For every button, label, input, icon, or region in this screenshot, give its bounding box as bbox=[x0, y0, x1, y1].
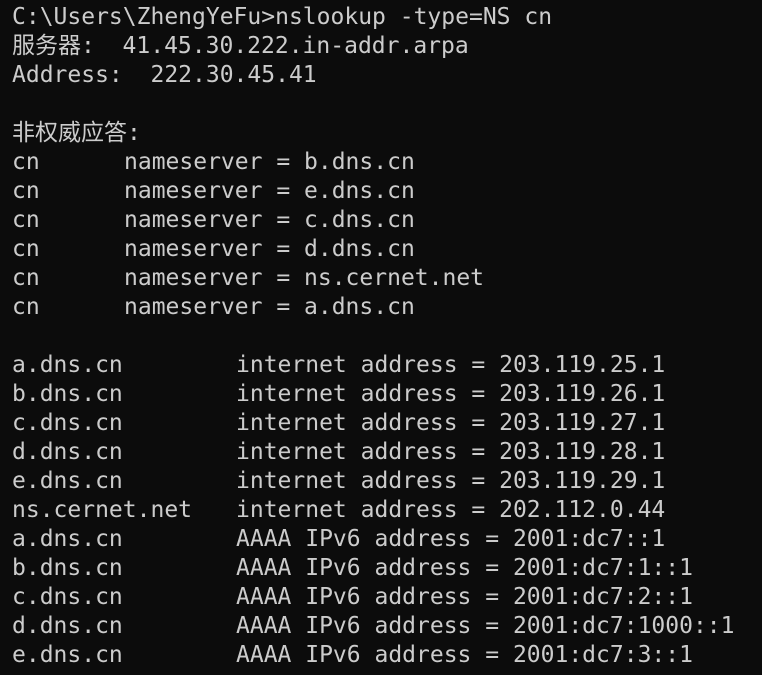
ns-domain: cn bbox=[12, 265, 40, 291]
addr-record: c.dns.cn internet address = 203.119.27.1 bbox=[12, 409, 762, 438]
addr-value: AAAA IPv6 address = 2001:dc7:1::1 bbox=[236, 555, 693, 581]
addr-host: e.dns.cn bbox=[12, 642, 123, 668]
addr-record: b.dns.cn AAAA IPv6 address = 2001:dc7:1::… bbox=[12, 554, 762, 583]
addr-value: AAAA IPv6 address = 2001:dc7:3::1 bbox=[236, 642, 693, 668]
addr-host: c.dns.cn bbox=[12, 410, 123, 436]
ns-value: nameserver = e.dns.cn bbox=[124, 178, 415, 204]
address-records: a.dns.cn internet address = 203.119.25.1 … bbox=[12, 351, 762, 670]
addr-value: internet address = 202.112.0.44 bbox=[236, 497, 666, 523]
ns-domain: cn bbox=[12, 207, 40, 233]
addr-record: d.dns.cn AAAA IPv6 address = 2001:dc7:100… bbox=[12, 612, 762, 641]
ns-value: nameserver = ns.cernet.net bbox=[124, 265, 485, 291]
addr-host: ns.cernet.net bbox=[12, 497, 193, 523]
addr-record: a.dns.cn AAAA IPv6 address = 2001:dc7::1 bbox=[12, 525, 762, 554]
addr-host: a.dns.cn bbox=[12, 352, 123, 378]
ns-record: cn nameserver = a.dns.cn bbox=[12, 293, 762, 322]
ns-value: nameserver = a.dns.cn bbox=[124, 294, 415, 320]
addr-host: b.dns.cn bbox=[12, 381, 123, 407]
ns-domain: cn bbox=[12, 294, 40, 320]
addr-record: ns.cernet.net internet address = 202.112.… bbox=[12, 496, 762, 525]
ns-value: nameserver = b.dns.cn bbox=[124, 149, 415, 175]
addr-host: e.dns.cn bbox=[12, 468, 123, 494]
ns-domain: cn bbox=[12, 178, 40, 204]
ns-records: cn nameserver = b.dns.cn cn nameserver = e… bbox=[12, 148, 762, 322]
ns-record: cn nameserver = e.dns.cn bbox=[12, 177, 762, 206]
addr-host: b.dns.cn bbox=[12, 555, 123, 581]
addr-host: c.dns.cn bbox=[12, 584, 123, 610]
addr-value: AAAA IPv6 address = 2001:dc7:1000::1 bbox=[236, 613, 735, 639]
command-text: nslookup -type=NS cn bbox=[275, 4, 553, 30]
ns-value: nameserver = d.dns.cn bbox=[124, 236, 415, 262]
addr-record: e.dns.cn AAAA IPv6 address = 2001:dc7:3::… bbox=[12, 641, 762, 670]
addr-value: internet address = 203.119.26.1 bbox=[236, 381, 666, 407]
address-line: Address: 222.30.45.41 bbox=[12, 62, 317, 88]
addr-host: d.dns.cn bbox=[12, 439, 123, 465]
addr-value: internet address = 203.119.25.1 bbox=[236, 352, 666, 378]
command-line: C:\Users\ZhengYeFu>nslookup -type=NS cn bbox=[12, 3, 762, 32]
addr-value: internet address = 203.119.28.1 bbox=[236, 439, 666, 465]
addr-record: d.dns.cn internet address = 203.119.28.1 bbox=[12, 438, 762, 467]
ns-record: cn nameserver = b.dns.cn bbox=[12, 148, 762, 177]
addr-value: AAAA IPv6 address = 2001:dc7::1 bbox=[236, 526, 666, 552]
prompt: C:\Users\ZhengYeFu> bbox=[12, 4, 276, 30]
terminal-window[interactable]: C:\Users\ZhengYeFu>nslookup -type=NS cn … bbox=[0, 0, 762, 675]
addr-host: a.dns.cn bbox=[12, 526, 123, 552]
ns-domain: cn bbox=[12, 149, 40, 175]
addr-record: e.dns.cn internet address = 203.119.29.1 bbox=[12, 467, 762, 496]
ns-record: cn nameserver = ns.cernet.net bbox=[12, 264, 762, 293]
addr-host: d.dns.cn bbox=[12, 613, 123, 639]
ns-record: cn nameserver = c.dns.cn bbox=[12, 206, 762, 235]
ns-record: cn nameserver = d.dns.cn bbox=[12, 235, 762, 264]
addr-record: c.dns.cn AAAA IPv6 address = 2001:dc7:2::… bbox=[12, 583, 762, 612]
ns-domain: cn bbox=[12, 236, 40, 262]
addr-value: internet address = 203.119.27.1 bbox=[236, 410, 666, 436]
addr-value: AAAA IPv6 address = 2001:dc7:2::1 bbox=[236, 584, 693, 610]
nonauth-header: 非权威应答: bbox=[12, 120, 141, 146]
addr-value: internet address = 203.119.29.1 bbox=[236, 468, 666, 494]
server-line: 服务器: 41.45.30.222.in-addr.arpa bbox=[12, 33, 469, 59]
ns-value: nameserver = c.dns.cn bbox=[124, 207, 415, 233]
addr-record: a.dns.cn internet address = 203.119.25.1 bbox=[12, 351, 762, 380]
addr-record: b.dns.cn internet address = 203.119.26.1 bbox=[12, 380, 762, 409]
